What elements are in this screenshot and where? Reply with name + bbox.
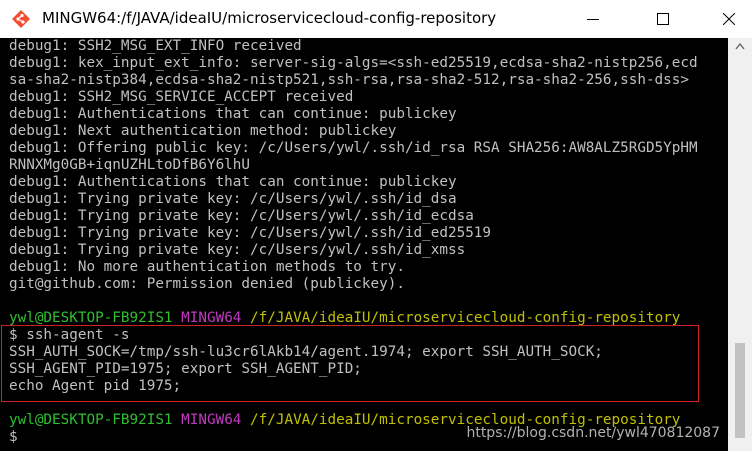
log-line: debug1: Trying private key: /c/Users/ywl… <box>9 242 466 258</box>
log-line: debug1: Next authentication method: publ… <box>9 123 397 139</box>
terminal-window: MINGW64:/f/JAVA/ideaIU/microservicecloud… <box>0 0 752 451</box>
log-line: debug1: Trying private key: /c/Users/ywl… <box>9 208 474 224</box>
log-line: sa-sha2-nistp384,ecdsa-sha2-nistp521,ssh… <box>9 72 689 88</box>
log-line: debug1: SSH2_MSG_EXT_INFO received <box>9 38 302 54</box>
git-bash-diamond-icon[interactable] <box>12 10 30 28</box>
log-line: debug1: Authentications that can continu… <box>9 174 457 190</box>
close-button[interactable] <box>706 0 752 38</box>
window-title: MINGW64:/f/JAVA/ideaIU/microservicecloud… <box>42 9 497 27</box>
minimize-icon <box>587 19 599 20</box>
close-icon <box>723 13 735 25</box>
prompt-user-host: ywl@DESKTOP-FB92IS1 <box>9 310 173 326</box>
highlight-box <box>1 325 699 402</box>
scrollbar-thumb[interactable] <box>735 343 745 438</box>
watermark: https://blog.csdn.net/ywl470812087 <box>466 425 720 441</box>
vertical-scrollbar[interactable] <box>728 38 752 451</box>
log-line: debug1: Trying private key: /c/Users/ywl… <box>9 225 492 241</box>
log-line: debug1: SSH2_MSG_SERVICE_ACCEPT received <box>9 89 354 105</box>
title-bar[interactable]: MINGW64:/f/JAVA/ideaIU/microservicecloud… <box>0 0 752 39</box>
log-line: debug1: Authentications that can continu… <box>9 106 457 122</box>
log-line: debug1: Offering public key: /c/Users/yw… <box>9 140 698 156</box>
log-line: RNNXMg0GB+iqnUZHLtoDfB6Y6lhU <box>9 157 251 173</box>
prompt-user-host: ywl@DESKTOP-FB92IS1 <box>9 412 173 428</box>
prompt-path: /f/JAVA/ideaIU/microservicecloud-config-… <box>250 310 681 326</box>
scroll-up-arrow-icon <box>735 43 745 50</box>
maximize-button[interactable] <box>640 0 686 38</box>
minimize-button[interactable] <box>570 0 616 38</box>
log-line: debug1: No more authentication methods t… <box>9 259 405 275</box>
log-line: git@github.com: Permission denied (publi… <box>9 276 405 292</box>
log-line: debug1: Trying private key: /c/Users/ywl… <box>9 191 457 207</box>
log-line: debug1: kex_input_ext_info: server-sig-a… <box>9 55 698 71</box>
terminal-output[interactable]: debug1: SSH2_MSG_EXT_INFO received debug… <box>0 38 728 451</box>
maximize-icon <box>657 13 669 25</box>
scroll-up-button[interactable] <box>728 38 752 55</box>
prompt-shell: MINGW64 <box>181 310 242 326</box>
prompt-shell: MINGW64 <box>181 412 242 428</box>
